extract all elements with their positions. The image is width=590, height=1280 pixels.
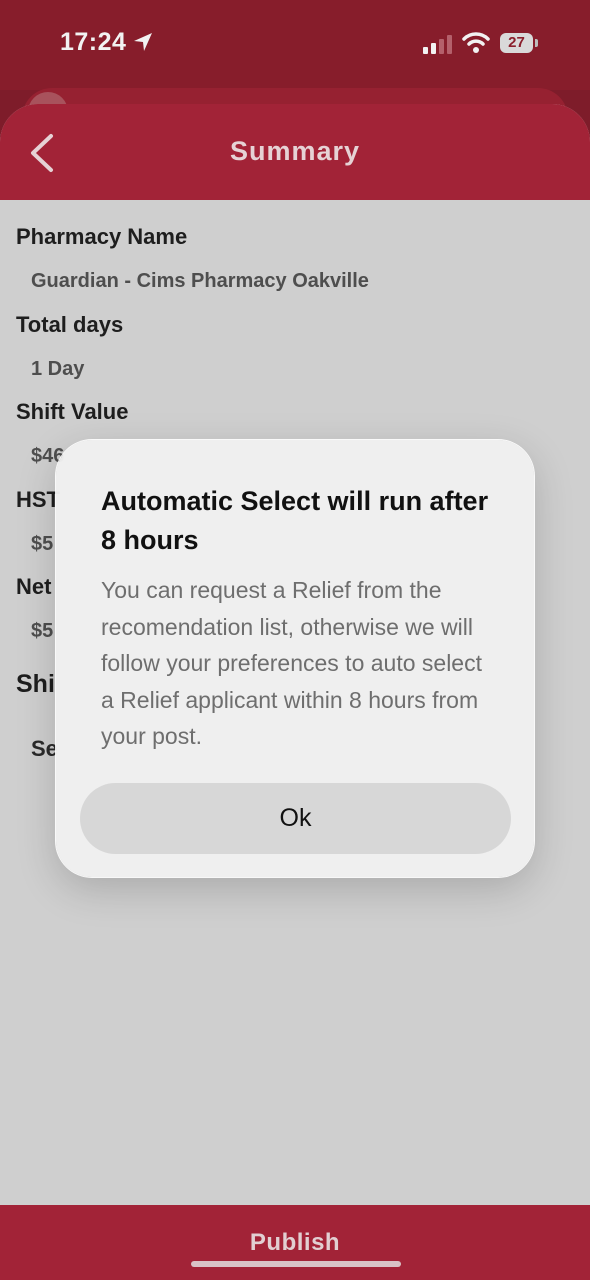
home-indicator[interactable] (191, 1261, 401, 1267)
summary-header: Summary (0, 104, 590, 200)
bottom-bar: Publish (0, 1205, 590, 1280)
alert-dialog: Automatic Select will run after 8 hours … (56, 440, 534, 877)
battery-tip (535, 39, 538, 47)
hst-value: $5 (31, 533, 54, 555)
wifi-icon (462, 32, 490, 53)
battery-icon: 27 (500, 33, 533, 53)
net-label: Net (16, 574, 52, 599)
shift-value-label: Shift Value (16, 399, 129, 424)
dialog-title: Automatic Select will run after 8 hours (101, 486, 489, 555)
publish-button[interactable]: Publish (0, 1229, 590, 1257)
total-days-value: 1 Day (31, 358, 85, 380)
status-bar: 17:24 27 (0, 0, 590, 90)
status-time: 17:24 (60, 28, 127, 56)
hst-label: HST (16, 487, 60, 512)
location-arrow-icon (134, 33, 152, 51)
cellular-signal-icon (423, 35, 452, 54)
total-days-label: Total days (16, 312, 124, 337)
net-value: $5 (31, 620, 54, 642)
shift-row-label: Se (31, 736, 58, 761)
pharmacy-name-value: Guardian - Cims Pharmacy Oakville (31, 270, 369, 292)
dialog-message: You can request a Relief from the recome… (101, 577, 482, 749)
battery-level: 27 (508, 34, 525, 51)
ok-button[interactable]: Ok (80, 783, 511, 854)
shift-section-title: Shi (16, 670, 55, 698)
pharmacy-name-label: Pharmacy Name (16, 224, 188, 249)
page-title: Summary (229, 136, 361, 166)
